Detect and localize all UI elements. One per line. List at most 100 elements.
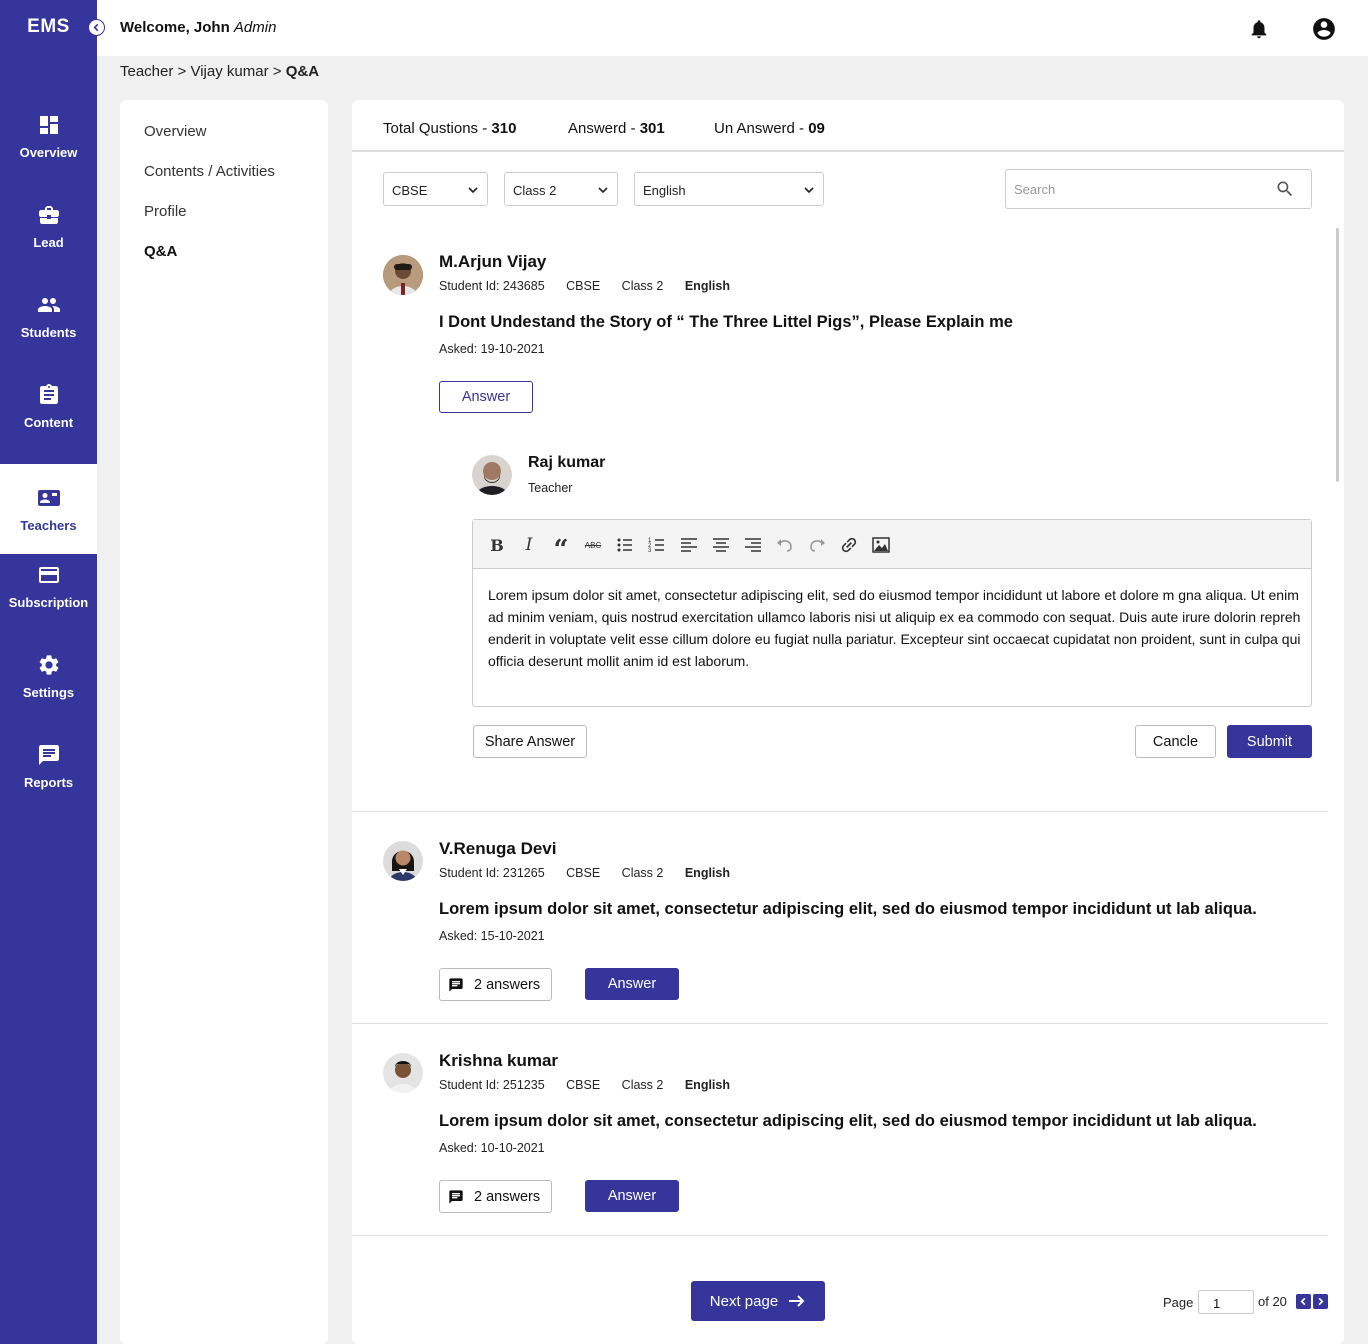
board-select-value: CBSE: [392, 183, 428, 198]
numbered-list-icon[interactable]: 123: [646, 535, 668, 555]
chevron-left-icon: [93, 23, 99, 32]
bell-icon[interactable]: [1248, 17, 1270, 41]
sidebar-item-overview[interactable]: Overview: [0, 91, 97, 181]
briefcase-icon: [38, 205, 59, 224]
student-class: Class 2: [621, 279, 664, 293]
subnav-profile[interactable]: Profile: [144, 203, 187, 220]
cancel-button[interactable]: Cancle: [1135, 725, 1216, 758]
teacher-name: Raj kumar: [528, 454, 606, 471]
bold-icon[interactable]: B: [486, 535, 508, 555]
answer-editor: B I “ ABC 123 Lorem ipsum dolor sit amet…: [472, 519, 1312, 707]
student-subject: English: [684, 866, 730, 880]
link-icon[interactable]: [838, 535, 860, 555]
answers-count: 2 answers: [474, 1188, 541, 1205]
image-icon[interactable]: [870, 535, 892, 555]
breadcrumb-separator: >: [177, 63, 187, 80]
sidebar-item-label: Lead: [33, 234, 64, 250]
sidebar-item-lead[interactable]: Lead: [0, 181, 97, 271]
student-meta: Student Id: 231265 CBSE Class 2 English: [439, 866, 730, 880]
redo-icon[interactable]: [806, 535, 828, 555]
divider: [352, 1235, 1328, 1236]
stat-answered-value: 301: [639, 120, 665, 137]
comment-icon: [449, 977, 463, 992]
sidebar-item-label: Subscription: [8, 594, 89, 610]
stat-unanswered-label: Un Answerd -: [714, 120, 809, 137]
strikethrough-icon[interactable]: ABC: [582, 535, 604, 555]
sidebar-item-reports[interactable]: Reports: [0, 721, 97, 811]
account-circle-icon[interactable]: [1311, 16, 1337, 42]
stat-answered-label: Answerd -: [568, 120, 640, 137]
stat-total-value: 310: [491, 120, 517, 137]
align-right-icon[interactable]: [742, 535, 764, 555]
student-class: Class 2: [621, 866, 664, 880]
divider: [352, 811, 1328, 812]
sidebar-item-subscription[interactable]: Subscription: [0, 541, 97, 631]
sidebar-item-content[interactable]: Content: [0, 361, 97, 451]
arrow-right-icon: [789, 1295, 805, 1307]
italic-icon[interactable]: I: [518, 535, 540, 555]
question-text: Lorem ipsum dolor sit amet, consectetur …: [439, 900, 1257, 918]
view-answers-button[interactable]: 2 answers: [439, 968, 552, 1001]
quote-icon[interactable]: “: [550, 535, 572, 565]
sidebar-item-label: Students: [20, 324, 77, 340]
share-answer-button[interactable]: Share Answer: [473, 725, 587, 758]
answer-button[interactable]: Answer: [585, 1180, 679, 1212]
welcome-message: Welcome, John Admin: [120, 19, 276, 36]
sidebar-collapse-button[interactable]: [88, 19, 105, 36]
sidebar-item-students[interactable]: Students: [0, 271, 97, 361]
student-meta: Student Id: 251235 CBSE Class 2 English: [439, 1078, 730, 1092]
clipboard-icon: [39, 383, 58, 404]
sidebar: EMS Overview Lead Students Content Teach…: [0, 0, 97, 1344]
stat-total-label: Total Qustions -: [383, 120, 492, 137]
chevron-right-icon: [1318, 1297, 1324, 1306]
subnav-qa[interactable]: Q&A: [144, 243, 177, 260]
teacher-subnav: Overview Contents / Activities Profile Q…: [120, 100, 328, 1344]
brand-logo: EMS: [27, 16, 70, 37]
breadcrumb-separator: >: [272, 63, 282, 80]
page-number-input[interactable]: 1: [1198, 1290, 1254, 1314]
next-page-arrow-button[interactable]: [1313, 1294, 1328, 1309]
view-answers-button[interactable]: 2 answers: [439, 1180, 552, 1213]
editor-toolbar: B I “ ABC 123: [473, 520, 1311, 569]
breadcrumb-teacher-name[interactable]: Vijay kumar: [190, 63, 268, 80]
welcome-text: Welcome, John: [120, 19, 230, 36]
asked-date: Asked: 19-10-2021: [439, 342, 545, 356]
student-id: Student Id: 243685: [439, 279, 545, 293]
student-class: Class 2: [621, 1078, 664, 1092]
search-icon[interactable]: [1275, 179, 1295, 199]
class-select[interactable]: Class 2: [504, 172, 618, 206]
align-left-icon[interactable]: [678, 535, 700, 555]
student-name: V.Renuga Devi: [439, 839, 557, 858]
align-center-icon[interactable]: [710, 535, 732, 555]
student-board: CBSE: [566, 1078, 601, 1092]
stat-unanswered-value: 09: [808, 120, 825, 137]
sidebar-item-settings[interactable]: Settings: [0, 631, 97, 721]
search-input[interactable]: [1014, 178, 1264, 200]
asked-date: Asked: 10-10-2021: [439, 1141, 545, 1155]
sidebar-item-label: Teachers: [20, 517, 77, 533]
people-icon: [37, 297, 60, 312]
scrollbar[interactable]: [1336, 228, 1339, 482]
avatar: [383, 841, 423, 881]
answer-button[interactable]: Answer: [439, 381, 533, 413]
divider: [352, 1023, 1328, 1024]
next-page-button[interactable]: Next page: [691, 1281, 825, 1321]
bulleted-list-icon[interactable]: [614, 535, 636, 555]
subnav-overview[interactable]: Overview: [144, 123, 207, 140]
stat-total: Total Qustions - 310: [383, 120, 516, 137]
gear-icon: [39, 654, 58, 675]
answer-text[interactable]: Lorem ipsum dolor sit amet, consectetur …: [488, 584, 1308, 672]
sidebar-item-label: Overview: [19, 144, 78, 160]
submit-button[interactable]: Submit: [1227, 725, 1312, 758]
student-id: Student Id: 251235: [439, 1078, 545, 1092]
avatar: [383, 255, 423, 295]
student-name: Krishna kumar: [439, 1051, 559, 1070]
subject-select[interactable]: English: [634, 172, 824, 206]
chevron-down-icon: [598, 187, 608, 194]
board-select[interactable]: CBSE: [383, 172, 488, 206]
undo-icon[interactable]: [774, 535, 796, 555]
prev-page-button[interactable]: [1296, 1294, 1311, 1309]
subnav-contents-activities[interactable]: Contents / Activities: [144, 163, 275, 180]
breadcrumb-teacher[interactable]: Teacher: [120, 63, 173, 80]
answer-button[interactable]: Answer: [585, 968, 679, 1000]
